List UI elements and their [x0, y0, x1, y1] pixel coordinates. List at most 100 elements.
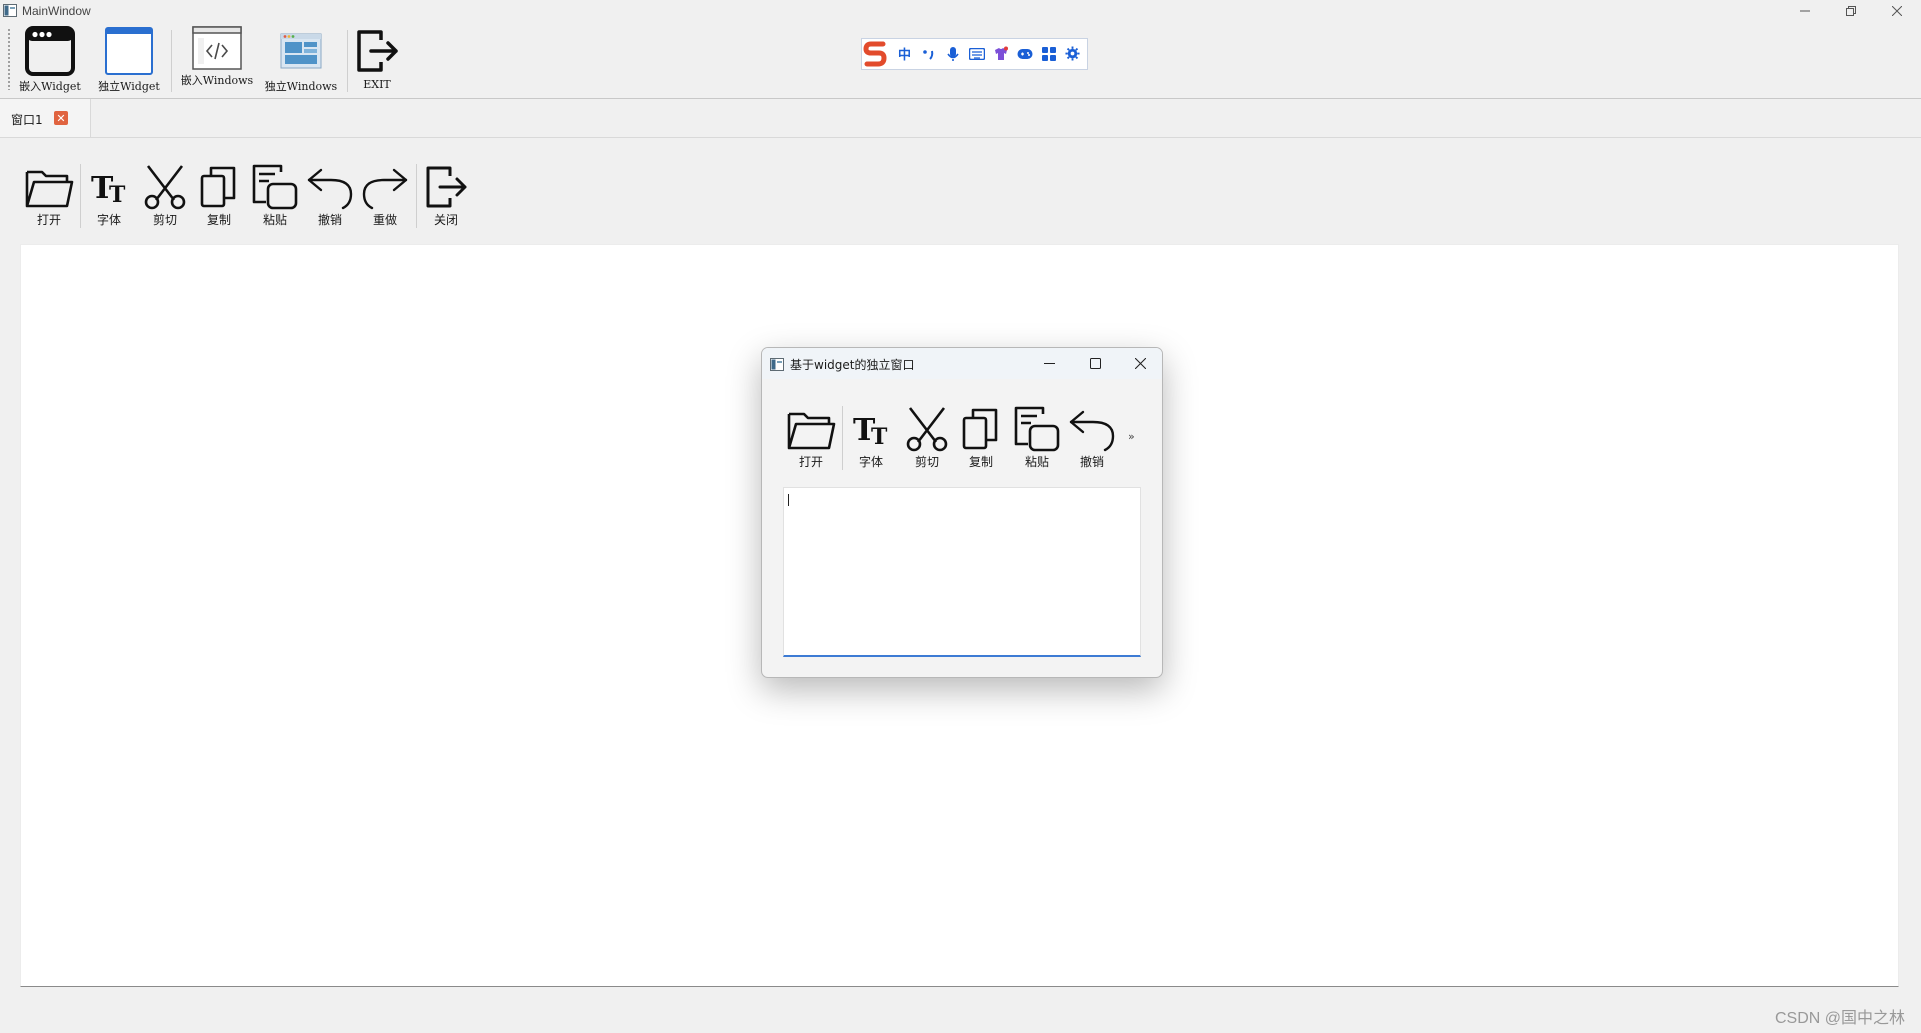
dialog-maximize-button[interactable] [1073, 348, 1117, 379]
folder-open-icon [25, 170, 74, 208]
embed-windows-label: 嵌入Windows [180, 74, 254, 87]
settings-icon[interactable] [1064, 45, 1081, 62]
redo-label: 重做 [372, 213, 397, 227]
tab-window-1[interactable]: 窗口1 ✕ [0, 99, 91, 137]
open-button[interactable]: 打开 [22, 164, 76, 228]
folder-open-icon [787, 412, 836, 450]
close-button[interactable] [1874, 0, 1920, 22]
undo-label: 撤销 [317, 213, 342, 227]
standalone-widget-button[interactable]: 独立Widget [96, 26, 162, 96]
paste-icon [252, 164, 298, 210]
keyboard-icon[interactable] [968, 45, 985, 62]
tab-label: 窗口1 [11, 113, 43, 127]
dialog-open-button[interactable]: 打开 [784, 406, 838, 470]
standalone-widget-dialog[interactable]: 基于widget的独立窗口 打开 T T 字体 剪切 复制 粘贴 撤销 » [761, 347, 1163, 678]
toolbar-separator [842, 406, 843, 470]
copy-icon [200, 166, 236, 208]
dialog-title-bar[interactable]: 基于widget的独立窗口 [762, 348, 1162, 379]
copy-label: 复制 [206, 213, 231, 227]
dialog-copy-button[interactable]: 复制 [958, 406, 1004, 470]
dialog-minimize-button[interactable] [1027, 348, 1071, 379]
toolbar-separator [171, 30, 172, 92]
toolbar-grip-handle[interactable] [7, 28, 11, 90]
dialog-cut-button[interactable]: 剪切 [903, 406, 951, 470]
toolbar-overflow-button[interactable]: » [1128, 430, 1135, 443]
dialog-undo-button[interactable]: 撤销 [1066, 406, 1118, 470]
dialog-paste-button[interactable]: 粘贴 [1011, 406, 1063, 470]
scissors-icon [144, 165, 186, 210]
open-label: 打开 [798, 455, 823, 469]
minimize-icon [1043, 363, 1055, 364]
font-label: 字体 [96, 213, 121, 227]
toolbar-separator [416, 164, 417, 228]
cut-label: 剪切 [152, 213, 177, 227]
paste-label: 粘贴 [1024, 455, 1049, 469]
dialog-text-editor[interactable] [783, 487, 1141, 657]
restore-button[interactable] [1828, 0, 1874, 22]
skin-icon[interactable] [992, 45, 1009, 62]
paste-label: 粘贴 [262, 213, 287, 227]
cut-button[interactable]: 剪切 [141, 164, 189, 228]
paste-button[interactable]: 粘贴 [249, 164, 301, 228]
embed-widget-label: 嵌入Widget [19, 80, 81, 93]
close-label: 关闭 [433, 213, 458, 227]
toolbar-separator [80, 164, 81, 228]
app-icon [3, 4, 17, 17]
embed-windows-button[interactable]: 嵌入Windows [180, 26, 254, 96]
undo-icon [1069, 410, 1115, 452]
minimize-button[interactable] [1782, 0, 1828, 22]
open-label: 打开 [36, 213, 61, 227]
minimize-icon [1800, 10, 1810, 12]
copy-label: 复制 [968, 455, 993, 469]
close-icon [1892, 6, 1902, 16]
svg-text:T: T [871, 424, 888, 450]
undo-icon [307, 168, 353, 210]
close-icon [1134, 358, 1146, 369]
microphone-icon[interactable] [944, 45, 961, 62]
standalone-widget-label: 独立Widget [98, 80, 160, 93]
dialog-close-button[interactable] [1118, 348, 1162, 379]
watermark: CSDN @国中之林 [1774, 1010, 1905, 1027]
ime-mode-label[interactable]: 中 [896, 45, 913, 63]
font-button[interactable]: T T 字体 [86, 164, 132, 228]
font-icon: T T [853, 413, 888, 450]
close-icon[interactable]: ✕ [54, 111, 68, 125]
close-tab-button[interactable]: 关闭 [421, 164, 471, 228]
dialog-title: 基于widget的独立窗口 [790, 358, 915, 372]
toolbar-separator [347, 30, 348, 92]
text-caret [788, 494, 789, 506]
exit-icon [357, 30, 398, 72]
sogou-s-logo [863, 41, 887, 67]
window-title: MainWindow [22, 4, 91, 18]
embedded-window-icon [25, 26, 75, 76]
maximize-icon [1089, 358, 1101, 369]
cut-label: 剪切 [914, 455, 939, 469]
font-label: 字体 [858, 455, 883, 469]
ime-status-bar[interactable]: 中 [861, 38, 1088, 70]
dialog-font-button[interactable]: T T 字体 [848, 406, 894, 470]
svg-text:T: T [109, 182, 126, 208]
gamepad-icon[interactable] [1016, 45, 1033, 62]
standalone-windows-label: 独立Windows [264, 80, 338, 93]
exit-button[interactable]: EXIT [352, 26, 402, 96]
restore-icon [1846, 6, 1856, 16]
tiled-window-icon [280, 33, 322, 69]
tab-bar: 窗口1 ✕ [0, 99, 1921, 138]
paste-icon [1014, 406, 1060, 452]
status-bar [0, 1006, 1921, 1033]
undo-label: 撤销 [1079, 455, 1104, 469]
scissors-icon [906, 407, 948, 452]
redo-button[interactable]: 重做 [359, 164, 411, 228]
exit-icon [426, 166, 467, 208]
embed-widget-button[interactable]: 嵌入Widget [17, 26, 83, 96]
copy-button[interactable]: 复制 [196, 164, 242, 228]
standalone-windows-button[interactable]: 独立Windows [264, 26, 338, 96]
standalone-window-icon [105, 27, 153, 75]
apps-grid-icon[interactable] [1040, 45, 1057, 62]
undo-button[interactable]: 撤销 [304, 164, 356, 228]
font-icon: T T [91, 171, 126, 208]
copy-icon [962, 408, 998, 450]
punctuation-icon[interactable] [920, 45, 937, 62]
main-title-bar: MainWindow [0, 0, 1921, 22]
code-window-icon [192, 26, 242, 70]
